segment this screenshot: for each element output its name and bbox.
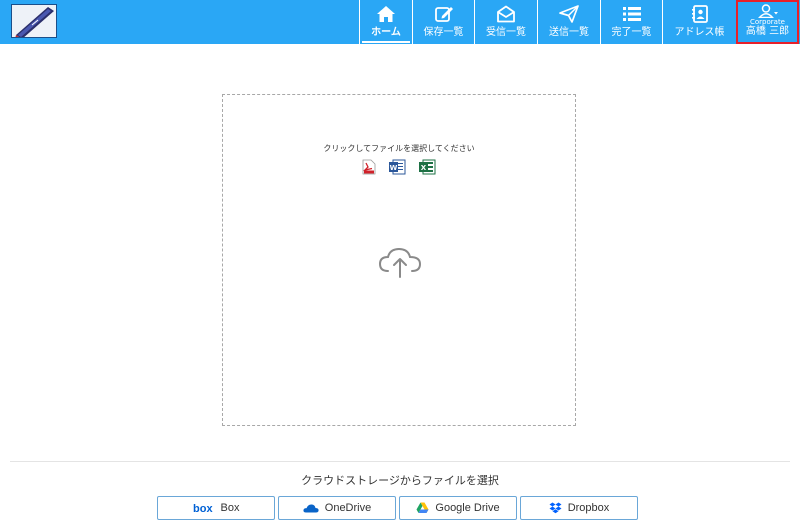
onedrive-button[interactable]: OneDrive [278, 496, 396, 520]
dropbox-icon [549, 502, 562, 514]
cloud-storage-buttons: box Box OneDrive Google Drive Dropbox [157, 496, 638, 520]
nav-saved[interactable]: 保存一覧 [412, 0, 474, 44]
nav-received[interactable]: 受信一覧 [474, 0, 537, 44]
address-book-icon [690, 4, 710, 24]
box-button-label: Box [220, 502, 240, 514]
list-icon [622, 4, 642, 24]
nav-completed-label: 完了一覧 [611, 27, 652, 38]
pdf-file-icon [362, 159, 376, 175]
nav-addressbook-label: アドレス帳 [674, 27, 725, 38]
user-menu[interactable]: Corporate 高橋 三郎 [736, 0, 799, 44]
dropbox-button[interactable]: Dropbox [520, 496, 638, 520]
nav-completed[interactable]: 完了一覧 [600, 0, 662, 44]
dropbox-button-label: Dropbox [567, 502, 610, 514]
nav-sent-label: 送信一覧 [549, 27, 589, 38]
user-name: 高橋 三郎 [745, 26, 790, 37]
nav-sent[interactable]: 送信一覧 [537, 0, 600, 44]
box-logo-icon: box [193, 503, 213, 513]
nav-saved-label: 保存一覧 [423, 27, 464, 38]
pen-logo-icon [12, 5, 56, 37]
svg-text:X: X [421, 164, 427, 172]
cloud-upload-icon [378, 247, 422, 278]
edit-icon [434, 4, 454, 24]
google-drive-icon [416, 502, 429, 513]
svg-text:box: box [193, 503, 213, 513]
top-navigation-bar: ホーム 保存一覧 受信一覧 送信一覧 完了一覧 アドレス帳 Corporate … [0, 0, 800, 44]
user-company: Corporate [750, 18, 785, 26]
onedrive-button-label: OneDrive [324, 502, 372, 514]
onedrive-icon [303, 504, 319, 513]
supported-file-types: W X [223, 159, 575, 175]
nav-received-label: 受信一覧 [486, 27, 526, 38]
cloud-storage-title: クラウドストレージからファイルを選択 [301, 475, 499, 487]
home-icon [376, 4, 396, 24]
upload-instruction: クリックしてファイルを選択してください [323, 144, 475, 153]
file-drop-zone[interactable]: クリックしてファイルを選択してください W X [222, 94, 576, 426]
user-icon [757, 4, 779, 18]
word-file-icon: W [389, 159, 406, 175]
nav-addressbook[interactable]: アドレス帳 [662, 0, 736, 44]
app-logo[interactable] [11, 4, 57, 38]
box-button[interactable]: box Box [157, 496, 275, 520]
paper-plane-icon [559, 4, 579, 24]
envelope-open-icon [496, 4, 516, 24]
google-drive-button-label: Google Drive [435, 502, 500, 514]
svg-text:W: W [390, 164, 398, 172]
nav-home-label: ホーム [371, 27, 401, 38]
nav-home[interactable]: ホーム [359, 0, 412, 44]
section-divider [10, 461, 790, 462]
google-drive-button[interactable]: Google Drive [399, 496, 517, 520]
excel-file-icon: X [419, 159, 436, 175]
